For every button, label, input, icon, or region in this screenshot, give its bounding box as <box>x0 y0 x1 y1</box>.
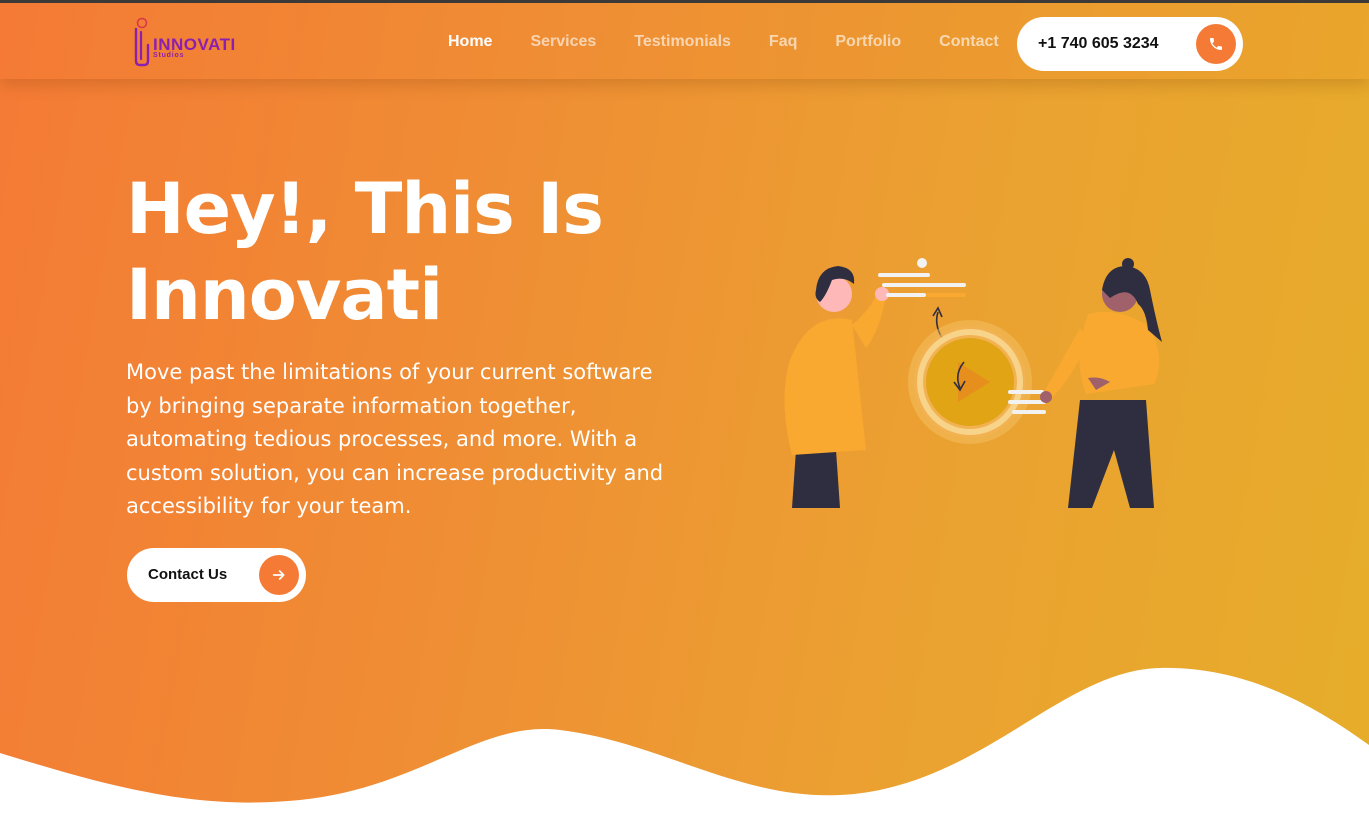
arrow-right-icon <box>259 555 299 595</box>
info-lines-graphic <box>878 258 966 297</box>
nav-link-services[interactable]: Services <box>530 33 596 51</box>
phone-contact-button[interactable]: +1 740 605 3234 <box>1017 17 1243 71</box>
nav-link-contact[interactable]: Contact <box>939 33 999 51</box>
bottom-wave <box>0 667 1369 813</box>
hero-illustration <box>784 258 1162 508</box>
nav-link-testimonials[interactable]: Testimonials <box>634 33 731 51</box>
nav-link-faq[interactable]: Faq <box>769 33 797 51</box>
logo-mark-icon <box>134 17 150 67</box>
headline-line-2: Innovati <box>126 254 443 336</box>
nav-link-portfolio[interactable]: Portfolio <box>835 33 901 51</box>
brand-logo[interactable]: INNOVATI Studios <box>131 17 261 69</box>
phone-icon[interactable] <box>1196 24 1236 64</box>
hero-section: INNOVATI Studios Home Services Testimoni… <box>0 0 1369 813</box>
navbar: INNOVATI Studios Home Services Testimoni… <box>0 3 1369 79</box>
nav-link-home[interactable]: Home <box>448 33 492 51</box>
man-figure-icon <box>784 266 889 508</box>
contact-us-label: Contact Us <box>148 566 228 583</box>
phone-number: +1 740 605 3234 <box>1038 35 1159 52</box>
woman-figure-icon <box>1040 258 1162 508</box>
headline-line-1: Hey!, This Is <box>126 168 604 250</box>
hero-description: Move past the limitations of your curren… <box>126 360 664 518</box>
play-button-icon <box>908 320 1032 444</box>
hero-headline: Hey!, This Is Innovati <box>126 166 726 338</box>
brand-subtitle: Studios <box>153 52 185 59</box>
contact-us-button[interactable]: Contact Us <box>127 548 306 602</box>
main-nav: Home Services Testimonials Faq Portfolio… <box>448 33 1037 51</box>
